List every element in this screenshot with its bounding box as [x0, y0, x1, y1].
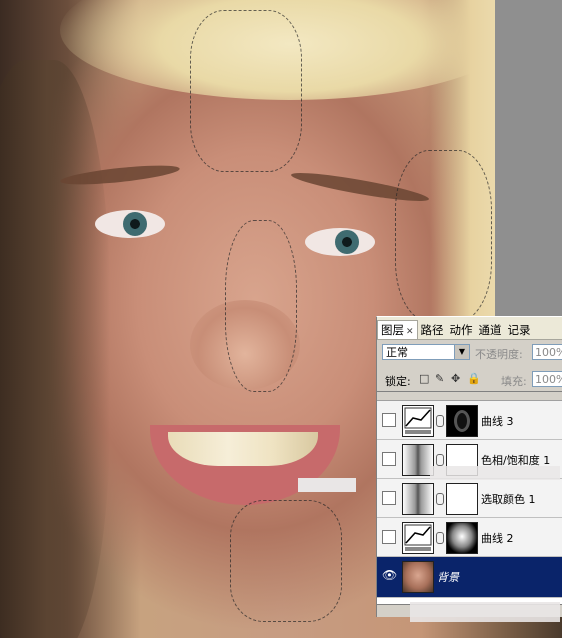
tab-label: 通道 [478, 323, 502, 337]
eye-icon[interactable]: 👁 [382, 569, 397, 581]
curves-icon [402, 405, 434, 437]
link-icon[interactable] [436, 454, 444, 466]
selection-outline [190, 10, 302, 172]
selection-outline [225, 220, 297, 392]
blend-mode-value: 正常 [386, 346, 408, 359]
layer-name: 选取颜色 1 [481, 493, 536, 506]
tab-paths[interactable]: 路径 [418, 321, 447, 339]
tab-history[interactable]: 记录 [505, 321, 534, 339]
lock-position-icon[interactable]: ✥ [451, 373, 462, 384]
visibility-toggle[interactable] [382, 491, 396, 505]
tab-channels[interactable]: 通道 [476, 321, 505, 339]
layer-row[interactable]: 曲线 2 [377, 518, 562, 557]
right-eye [305, 228, 375, 256]
link-icon[interactable] [436, 532, 444, 544]
layer-name: 背景 [437, 571, 459, 584]
panel-tab-bar: 图层 ✕ 路径 动作 通道 记录 [377, 317, 562, 340]
tab-label: 路径 [420, 323, 444, 337]
canvas-background [495, 0, 562, 318]
teeth [168, 432, 318, 466]
link-icon[interactable] [436, 493, 444, 505]
watermark-block [430, 466, 560, 480]
layer-row[interactable]: 曲线 3 [377, 401, 562, 440]
lock-label: 锁定: [385, 375, 411, 388]
watermark-block [410, 602, 560, 622]
visibility-toggle[interactable] [382, 413, 396, 427]
hair-left [0, 60, 110, 638]
left-eye [95, 210, 165, 238]
tab-label: 记录 [507, 323, 531, 337]
chevron-down-icon[interactable]: ▼ [454, 345, 469, 359]
lock-row: 锁定: □ ✎ ✥ 🔒 填充: 100% [377, 369, 562, 389]
tab-label: 图层 [381, 323, 404, 337]
layer-row-background[interactable]: 👁 背景 [377, 557, 562, 598]
layer-name: 曲线 2 [481, 532, 514, 545]
visibility-toggle[interactable] [382, 530, 396, 544]
link-icon[interactable] [436, 415, 444, 427]
tab-label: 动作 [449, 323, 473, 337]
selection-outline [230, 500, 342, 622]
tab-actions[interactable]: 动作 [447, 321, 476, 339]
lock-transparency-icon[interactable]: □ [419, 373, 430, 384]
watermark-block [298, 478, 356, 492]
blend-row: 正常 ▼ 不透明度: 100% [377, 342, 562, 364]
layers-list: 曲线 3 色相/饱和度 1 选取颜色 1 曲线 2 👁 背景 [377, 391, 562, 617]
layer-row-partial [377, 392, 562, 401]
layer-mask-thumbnail[interactable] [446, 483, 478, 515]
layer-mask-thumbnail[interactable] [446, 522, 478, 554]
tab-layers[interactable]: 图层 ✕ [377, 320, 418, 339]
fill-label: 填充: [501, 375, 527, 388]
opacity-field[interactable]: 100% [532, 344, 562, 360]
lock-all-icon[interactable]: 🔒 [467, 373, 481, 384]
photo-thumbnail [402, 561, 434, 593]
selection-outline [395, 150, 492, 322]
fill-field[interactable]: 100% [532, 371, 562, 387]
lock-paint-icon[interactable]: ✎ [435, 373, 446, 384]
blend-mode-select[interactable]: 正常 ▼ [382, 344, 470, 360]
layer-row[interactable]: 选取颜色 1 [377, 479, 562, 518]
visibility-toggle[interactable] [382, 452, 396, 466]
curves-icon [402, 522, 434, 554]
close-icon[interactable]: ✕ [406, 327, 414, 337]
opacity-label: 不透明度: [475, 348, 523, 361]
adjustment-thumbnail [402, 483, 434, 515]
layer-name: 曲线 3 [481, 415, 514, 428]
layer-mask-thumbnail[interactable] [446, 405, 478, 437]
